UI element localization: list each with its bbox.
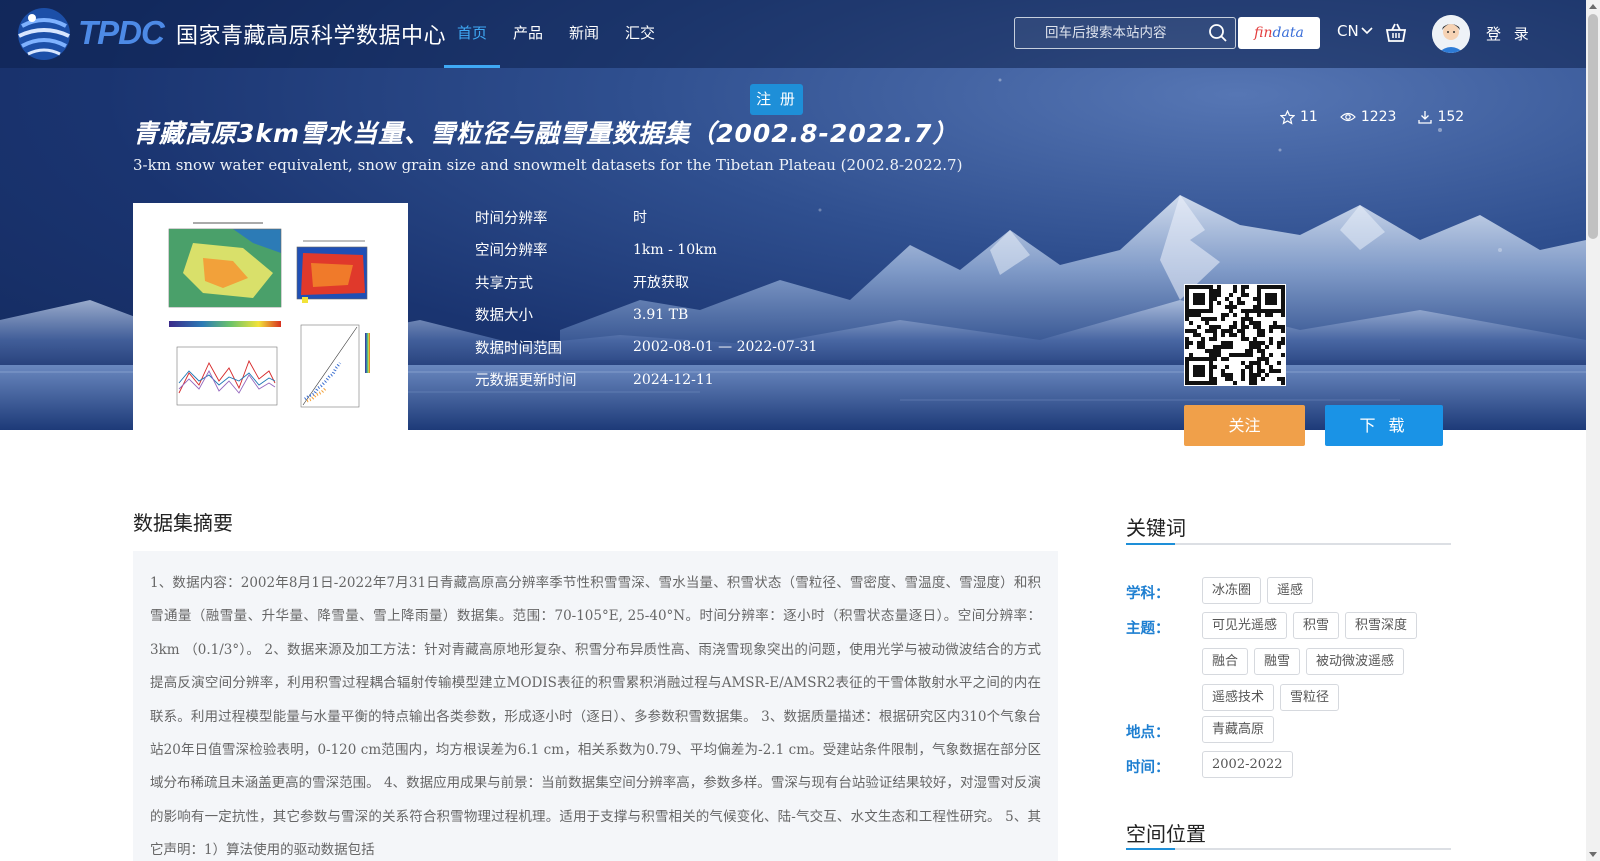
- keywords-divider: [1126, 543, 1451, 545]
- main-nav: 首页 产品 新闻 汇交: [444, 0, 668, 68]
- info-row: 数据大小 3.91 TB: [475, 299, 817, 332]
- keyword-group-subject: 学科： 冰冻圈 遥感: [1126, 577, 1452, 604]
- info-label: 数据时间范围: [475, 340, 562, 357]
- scrollbar-thumb[interactable]: [1588, 14, 1598, 239]
- info-row: 数据时间范围 2002-08-01 — 2022-07-31: [475, 331, 817, 364]
- keyword-tag[interactable]: 遥感: [1267, 577, 1314, 604]
- keyword-tag[interactable]: 雪粒径: [1280, 684, 1340, 711]
- site-name[interactable]: 国家青藏高原科学数据中心: [176, 18, 446, 50]
- star-icon: [1280, 109, 1295, 125]
- stat-stars[interactable]: 11: [1280, 109, 1318, 125]
- keyword-tag[interactable]: 积雪: [1293, 612, 1340, 639]
- downloads-count: 152: [1437, 109, 1465, 125]
- keyword-tag[interactable]: 青藏高原: [1202, 716, 1275, 743]
- register-button[interactable]: 注 册: [750, 84, 803, 115]
- scroll-up-arrow-icon[interactable]: [1589, 4, 1597, 9]
- info-value: 1km - 10km: [633, 241, 717, 258]
- search-input[interactable]: [1015, 18, 1203, 48]
- dataset-stats: 11 1223 152: [1280, 109, 1464, 125]
- keyword-tags: 青藏高原: [1202, 716, 1452, 743]
- shopping-basket-icon[interactable]: [1384, 21, 1408, 45]
- nav-news[interactable]: 新闻: [556, 0, 612, 68]
- login-link[interactable]: 登 录: [1486, 23, 1533, 44]
- page-scrollbar[interactable]: [1586, 0, 1600, 861]
- keyword-tag[interactable]: 积雪深度: [1345, 612, 1418, 639]
- info-value: 时: [633, 210, 647, 227]
- info-row: 共享方式 开放获取: [475, 266, 817, 299]
- info-value: 3.91 TB: [633, 306, 689, 323]
- eye-icon: [1339, 112, 1356, 122]
- keyword-tag[interactable]: 融雪: [1254, 648, 1301, 675]
- download-button[interactable]: 下 载: [1325, 405, 1443, 446]
- info-label: 空间分辨率: [475, 243, 548, 260]
- info-row: 时间分辨率 时: [475, 201, 817, 234]
- nav-home[interactable]: 首页: [444, 0, 501, 68]
- info-label: 数据大小: [475, 308, 533, 325]
- info-value: 2024-12-11: [633, 371, 714, 388]
- findata-link[interactable]: findata: [1238, 17, 1320, 49]
- user-face-icon: [1432, 15, 1470, 53]
- scroll-down-arrow-icon[interactable]: [1589, 852, 1597, 857]
- summary-title: 数据集摘要: [133, 511, 233, 535]
- keyword-label: 主题：: [1126, 621, 1170, 637]
- info-row: 空间分辨率 1km - 10km: [475, 234, 817, 267]
- language-label: CN: [1337, 22, 1359, 40]
- keyword-tag[interactable]: 冰冻圈: [1202, 577, 1262, 604]
- keyword-group-theme: 主题： 可见光遥感 积雪 积雪深度 融合 融雪 被动微波遥感 遥感技术 雪粒径: [1126, 612, 1452, 711]
- spatial-location-title: 空间位置: [1126, 822, 1206, 846]
- keyword-label: 时间：: [1126, 760, 1170, 776]
- summary-box: 1、数据内容：2002年8月1日-2022年7月31日青藏高原高分辨率季节性积雪…: [133, 551, 1058, 861]
- keyword-tags: 2002-2022: [1202, 751, 1452, 778]
- nav-products[interactable]: 产品: [500, 0, 556, 68]
- stat-downloads: 152: [1418, 109, 1464, 125]
- search-icon[interactable]: [1208, 23, 1228, 43]
- spatial-location-divider: [1126, 848, 1451, 850]
- info-value: 开放获取: [633, 275, 689, 292]
- keyword-tag[interactable]: 遥感技术: [1202, 684, 1275, 711]
- info-value: 2002-08-01 — 2022-07-31: [633, 339, 818, 356]
- top-header: TPDC 国家青藏高原科学数据中心 首页 产品 新闻 汇交 findata CN: [0, 0, 1586, 68]
- keyword-tag[interactable]: 2002-2022: [1202, 751, 1293, 778]
- info-row: 元数据更新时间 2024-12-11: [475, 364, 817, 397]
- keywords-title: 关键词: [1126, 516, 1186, 540]
- keyword-tag[interactable]: 被动微波遥感: [1306, 648, 1405, 675]
- qr-code: [1184, 284, 1286, 386]
- summary-text: 1、数据内容：2002年8月1日-2022年7月31日青藏高原高分辨率季节性积雪…: [150, 575, 1041, 859]
- views-count: 1223: [1360, 109, 1397, 125]
- keyword-tag[interactable]: 可见光遥感: [1202, 612, 1288, 639]
- keyword-tags: 冰冻圈 遥感: [1202, 577, 1452, 604]
- language-switch[interactable]: CN: [1337, 22, 1373, 40]
- search-box: [1014, 17, 1236, 49]
- logo-text[interactable]: TPDC: [78, 14, 165, 52]
- keyword-group-time: 时间： 2002-2022: [1126, 751, 1452, 778]
- info-label: 时间分辨率: [475, 210, 548, 227]
- stars-count: 11: [1300, 109, 1318, 125]
- keyword-tag[interactable]: 融合: [1202, 648, 1249, 675]
- keyword-label: 学科：: [1126, 586, 1170, 602]
- stat-views: 1223: [1339, 109, 1397, 125]
- findata-text-part1: fin: [1254, 25, 1273, 41]
- follow-button[interactable]: 关注: [1184, 405, 1305, 446]
- dataset-info-table: 时间分辨率 时 空间分辨率 1km - 10km 共享方式 开放获取 数据大小 …: [475, 201, 817, 396]
- user-avatar[interactable]: [1432, 15, 1470, 53]
- dataset-preview-figure: [133, 203, 408, 430]
- chevron-down-icon: [1361, 27, 1373, 35]
- info-label: 元数据更新时间: [475, 373, 577, 390]
- findata-text-part2: data: [1272, 25, 1304, 41]
- dataset-title-en: 3-km snow water equivalent, snow grain s…: [133, 156, 963, 174]
- download-icon: [1418, 111, 1433, 124]
- globe-logo-icon[interactable]: [14, 4, 74, 64]
- nav-submit[interactable]: 汇交: [612, 0, 668, 68]
- info-label: 共享方式: [475, 275, 533, 292]
- dataset-thumbnail[interactable]: [133, 203, 408, 430]
- keyword-group-place: 地点： 青藏高原: [1126, 716, 1452, 743]
- dataset-title-cn: 青藏高原3km雪水当量、雪粒径与融雪量数据集（2002.8-2022.7）: [133, 119, 959, 148]
- keyword-label: 地点：: [1126, 725, 1170, 741]
- keyword-tags: 可见光遥感 积雪 积雪深度 融合 融雪 被动微波遥感 遥感技术 雪粒径: [1202, 612, 1452, 711]
